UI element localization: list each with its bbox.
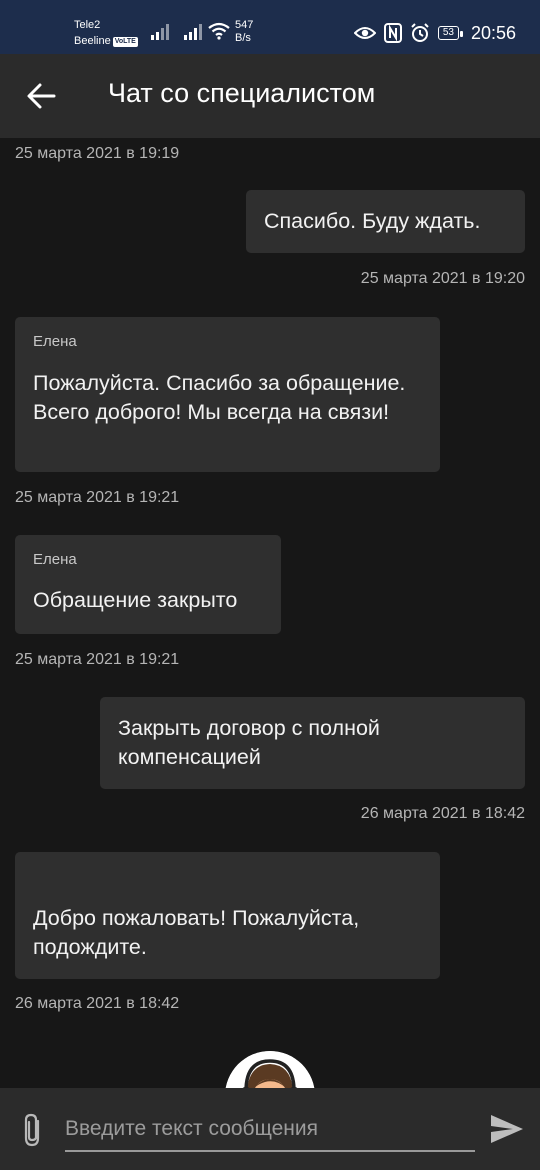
carrier-2: Beeline VoLTE	[74, 35, 138, 48]
chat-message-list[interactable]: 25 марта 2021 в 19:19 Спасибо. Буду ждат…	[0, 138, 540, 1088]
operator-avatar	[225, 1051, 315, 1088]
page-title: Чат со специалистом	[108, 78, 376, 108]
incoming-message[interactable]: Елена Обращение закрыто	[15, 535, 281, 634]
battery-icon: 53	[437, 26, 464, 40]
message-text: Спасибо. Буду ждать.	[264, 209, 481, 233]
message-timestamp: 25 марта 2021 в 19:19	[15, 145, 180, 162]
send-icon[interactable]	[489, 1113, 525, 1145]
nfc-icon	[383, 23, 402, 43]
message-text: Добро пожаловать! Пожалуйста, подождите.	[33, 906, 360, 959]
message-input[interactable]	[65, 1108, 475, 1152]
network-speed-value: 547	[235, 19, 254, 31]
incoming-message[interactable]: Добро пожаловать! Пожалуйста, подождите.	[15, 852, 440, 979]
message-timestamp: 25 марта 2021 в 19:20	[360, 270, 525, 287]
volte-badge: VoLTE	[112, 37, 138, 47]
signal-icon	[184, 24, 202, 40]
message-text: Закрыть договор с полной компенсацией	[118, 716, 380, 769]
message-timestamp: 26 марта 2021 в 18:42	[15, 995, 180, 1012]
network-speed: 547 B/s	[235, 19, 253, 45]
status-icons: 53 20:56	[353, 21, 516, 45]
message-timestamp: 26 марта 2021 в 18:42	[360, 805, 525, 822]
outgoing-message[interactable]: Спасибо. Буду ждать.	[246, 190, 525, 253]
outgoing-message[interactable]: Закрыть договор с полной компенсацией	[100, 697, 525, 789]
message-text: Обращение закрыто	[33, 588, 238, 612]
incoming-message[interactable]: Елена Пожалуйста. Спасибо за обращение. …	[15, 317, 440, 472]
alarm-icon	[411, 23, 429, 42]
clock: 20:56	[470, 22, 516, 43]
operator-avatar-icon	[225, 1051, 315, 1088]
carrier-1: Tele2	[74, 19, 101, 31]
eye-icon	[353, 27, 376, 39]
message-timestamp: 25 марта 2021 в 19:21	[15, 489, 180, 506]
message-sender: Елена	[33, 333, 77, 350]
network-speed-unit: B/s	[235, 32, 251, 44]
message-text: Пожалуйста. Спасибо за обращение. Всего …	[33, 371, 406, 424]
carrier-2-label: Beeline	[74, 35, 111, 47]
back-arrow-icon[interactable]	[26, 82, 56, 110]
app-bar: Чат со специалистом	[0, 54, 540, 138]
message-sender: Елена	[33, 551, 77, 568]
paperclip-icon[interactable]	[20, 1112, 46, 1148]
message-composer	[0, 1088, 540, 1170]
signal-icon	[151, 24, 169, 40]
status-bar: Tele2 Beeline VoLTE 547 B/s 53 20:56	[0, 0, 540, 54]
wifi-icon	[208, 22, 230, 40]
message-timestamp: 25 марта 2021 в 19:21	[15, 651, 180, 668]
